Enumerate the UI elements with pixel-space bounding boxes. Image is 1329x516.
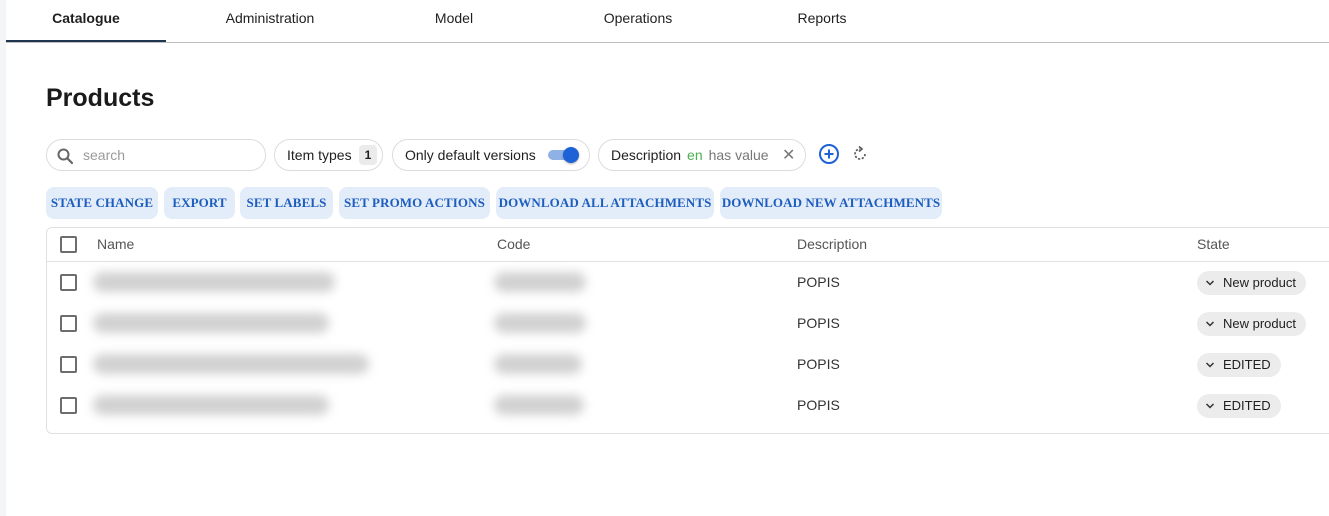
tab-administration[interactable]: Administration xyxy=(190,0,350,42)
download-new-attachments-button[interactable]: DOWNLOAD NEW ATTACHMENTS xyxy=(720,187,942,219)
set-labels-button[interactable]: SET LABELS xyxy=(240,187,333,219)
state-badge[interactable]: New product xyxy=(1197,312,1306,336)
redacted-name xyxy=(93,272,335,292)
item-types-count-badge: 1 xyxy=(359,145,377,165)
search-icon xyxy=(57,148,74,165)
state-label: EDITED xyxy=(1223,398,1271,413)
state-change-button[interactable]: STATE CHANGE xyxy=(46,187,158,219)
column-header-description[interactable]: Description xyxy=(797,236,867,252)
redacted-code xyxy=(494,395,584,415)
state-label: New product xyxy=(1223,316,1296,331)
tab-model[interactable]: Model xyxy=(374,0,534,42)
table-row[interactable]: POPIS EDITED xyxy=(47,385,1329,426)
description-filter-condition: has value xyxy=(708,147,769,163)
reset-icon xyxy=(854,145,866,160)
left-edge xyxy=(0,0,6,516)
page-title: Products xyxy=(46,84,155,112)
tab-operations[interactable]: Operations xyxy=(558,0,718,42)
row-checkbox[interactable] xyxy=(60,315,77,332)
chevron-down-icon xyxy=(1205,403,1215,409)
description-filter[interactable]: Description en has value ✕ xyxy=(598,139,806,171)
chevron-down-icon xyxy=(1205,280,1215,286)
column-header-state[interactable]: State xyxy=(1197,236,1230,252)
default-versions-label: Only default versions xyxy=(405,147,536,163)
row-checkbox[interactable] xyxy=(60,274,77,291)
redacted-code xyxy=(494,272,586,292)
state-label: New product xyxy=(1223,275,1296,290)
select-all-checkbox[interactable] xyxy=(60,236,77,253)
state-label: EDITED xyxy=(1223,357,1271,372)
row-description: POPIS xyxy=(797,274,840,290)
default-versions-toggle[interactable] xyxy=(548,147,579,163)
table-row[interactable]: POPIS New product xyxy=(47,303,1329,344)
tab-catalogue[interactable]: Catalogue xyxy=(6,0,166,42)
add-circle-icon xyxy=(819,144,839,164)
table-header: Name Code Description State xyxy=(47,228,1329,262)
tab-reports[interactable]: Reports xyxy=(742,0,902,42)
redacted-name xyxy=(93,313,329,333)
table-row[interactable]: POPIS EDITED xyxy=(47,344,1329,385)
row-checkbox[interactable] xyxy=(60,356,77,373)
reset-filters-button[interactable] xyxy=(849,143,873,167)
row-description: POPIS xyxy=(797,356,840,372)
row-description: POPIS xyxy=(797,315,840,331)
export-button[interactable]: EXPORT xyxy=(164,187,235,219)
state-badge[interactable]: New product xyxy=(1197,271,1306,295)
add-filter-button[interactable] xyxy=(818,143,842,167)
toggle-knob xyxy=(563,147,579,163)
close-icon[interactable]: ✕ xyxy=(782,141,795,171)
redacted-name xyxy=(93,354,369,374)
chevron-down-icon xyxy=(1205,362,1215,368)
column-header-code[interactable]: Code xyxy=(497,236,530,252)
table-row[interactable]: POPIS New product xyxy=(47,262,1329,303)
row-checkbox[interactable] xyxy=(60,397,77,414)
state-badge[interactable]: EDITED xyxy=(1197,394,1281,418)
redacted-code xyxy=(494,354,582,374)
redacted-name xyxy=(93,395,329,415)
description-filter-field: Description xyxy=(611,147,682,163)
top-navigation: Catalogue Administration Model Operation… xyxy=(6,0,1329,43)
default-versions-filter: Only default versions xyxy=(392,139,590,171)
download-all-attachments-button[interactable]: DOWNLOAD ALL ATTACHMENTS xyxy=(496,187,714,219)
search-box[interactable] xyxy=(46,139,266,171)
redacted-code xyxy=(494,313,586,333)
item-types-filter[interactable]: Item types 1 xyxy=(274,139,383,171)
item-types-label: Item types xyxy=(287,147,352,163)
set-promo-actions-button[interactable]: SET PROMO ACTIONS xyxy=(339,187,490,219)
row-description: POPIS xyxy=(797,397,840,413)
chevron-down-icon xyxy=(1205,321,1215,327)
state-badge[interactable]: EDITED xyxy=(1197,353,1281,377)
description-filter-lang: en xyxy=(687,147,703,163)
column-header-name[interactable]: Name xyxy=(97,236,134,252)
search-input[interactable] xyxy=(81,145,256,165)
products-table: Name Code Description State POPIS New pr… xyxy=(46,227,1329,434)
